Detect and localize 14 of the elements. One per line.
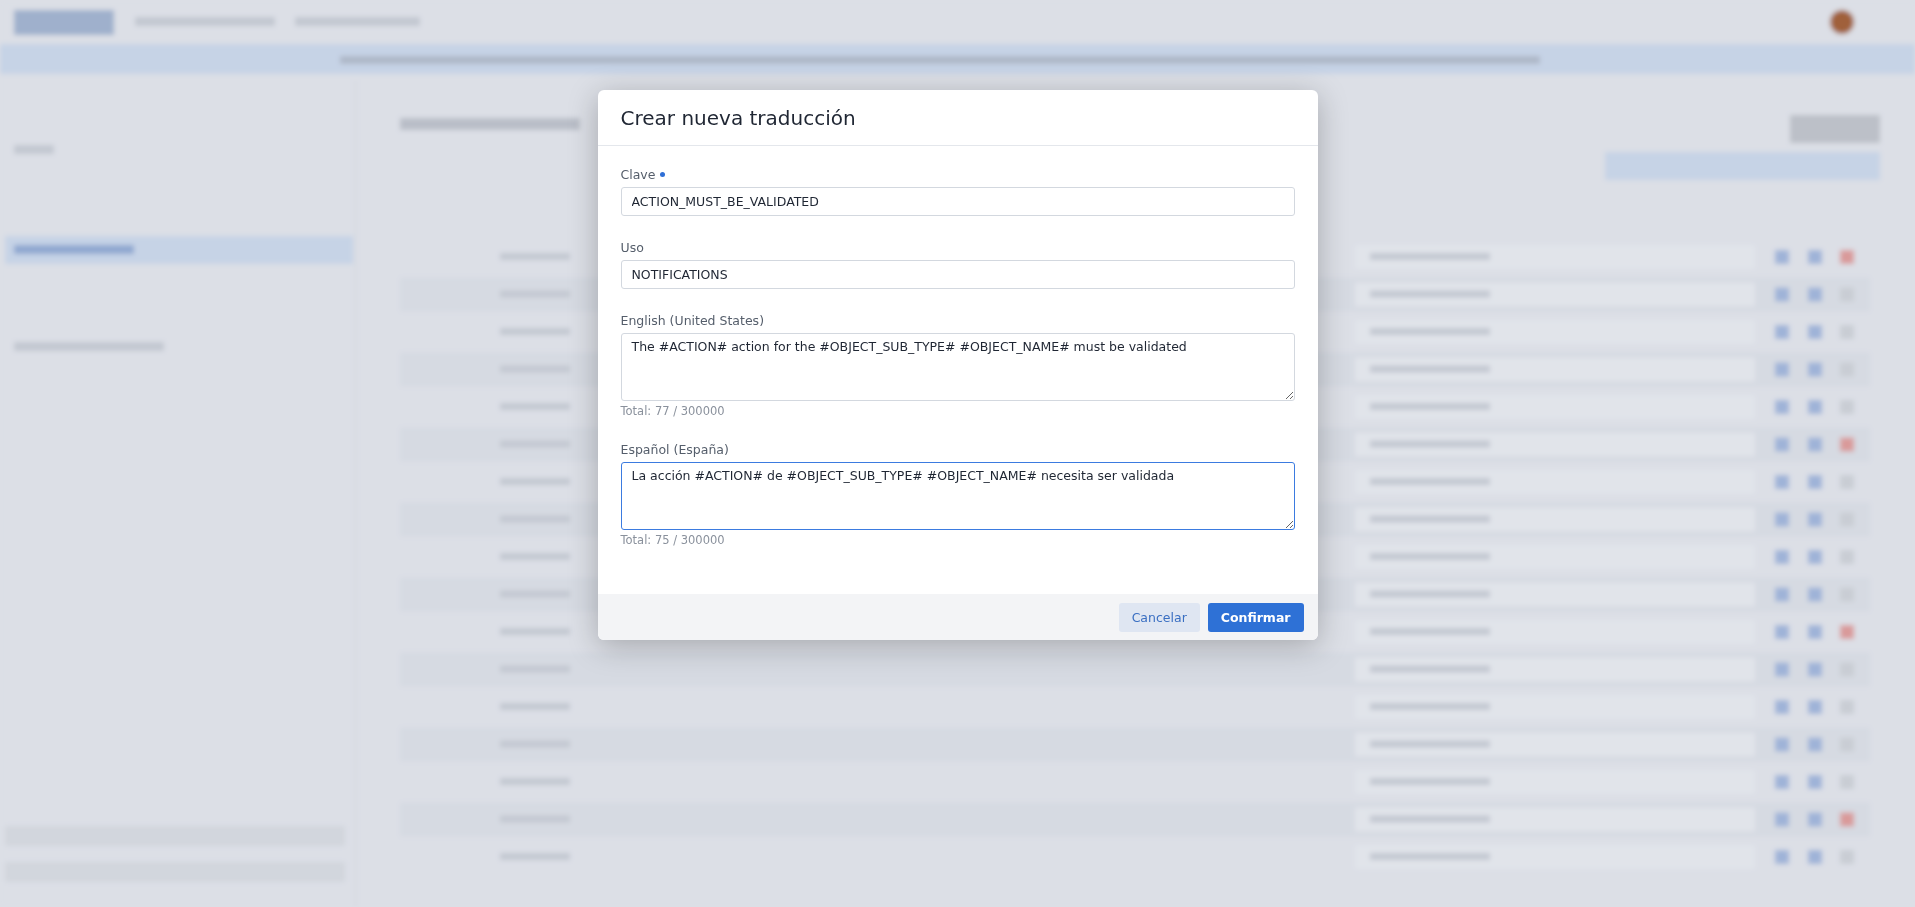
text-field[interactable]: NOTIFICATIONS — [620, 260, 1295, 289]
text-area[interactable]: The #ACTION# action for the #OBJECT_SUB_TYPE# #OBJECT_NAME# must be validated — [620, 333, 1295, 401]
cancel-button[interactable]: Cancelar — [1118, 602, 1200, 632]
character-counter: Total: 77 / 300000 — [620, 404, 726, 418]
required-dot-icon — [660, 171, 666, 177]
dialog-title: Crear nueva traducción — [620, 105, 856, 130]
field-label: Español (España) — [620, 441, 729, 457]
field-label: Uso — [620, 239, 644, 255]
text-field[interactable]: ACTION_MUST_BE_VALIDATED — [620, 187, 1295, 216]
character-counter: Total: 75 / 300000 — [620, 533, 726, 547]
field-label: Clave — [620, 166, 656, 182]
confirm-button[interactable]: Confirmar — [1207, 602, 1304, 632]
text-area[interactable]: La acción #ACTION# de #OBJECT_SUB_TYPE# #OBJECT_NAME# necesita ser validada — [620, 462, 1295, 530]
field-label: English (United States) — [620, 312, 764, 328]
